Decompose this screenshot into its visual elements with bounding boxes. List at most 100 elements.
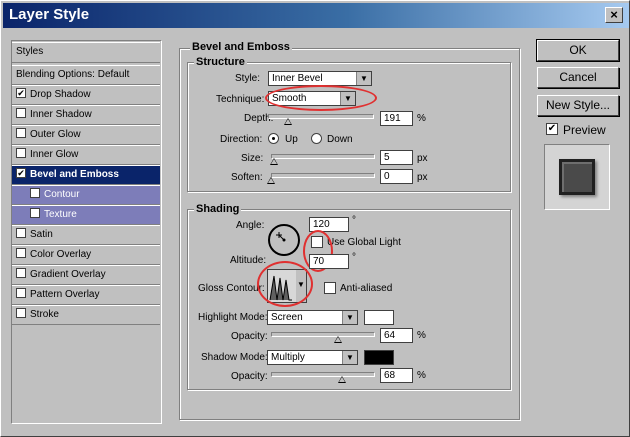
sidebar-item-satin[interactable]: Satin	[12, 225, 160, 245]
direction-down-radio[interactable]	[311, 133, 322, 144]
angle-dial-icon[interactable]	[267, 223, 301, 257]
chevron-down-icon: ▼	[342, 351, 357, 364]
technique-select-value: Smooth	[272, 93, 307, 104]
sidebar-item-drop-shadow[interactable]: ✔ Drop Shadow	[12, 85, 160, 105]
highlight-mode-select[interactable]: Screen ▼	[267, 310, 358, 325]
highlight-opacity-input[interactable]: 64	[380, 328, 413, 343]
soften-slider-thumb[interactable]	[267, 177, 275, 184]
sidebar-item-inner-shadow[interactable]: Inner Shadow	[12, 105, 160, 125]
ok-button[interactable]: OK	[536, 39, 620, 62]
shading-title: Shading	[194, 203, 242, 215]
checkbox[interactable]: ✔	[16, 88, 26, 99]
sidebar-item-label: Pattern Overlay	[30, 289, 100, 300]
shadow-mode-label: Shadow Mode:	[201, 352, 268, 363]
soften-input[interactable]: 0	[380, 169, 413, 184]
size-slider-track[interactable]	[271, 154, 375, 159]
sidebar-item-label: Stroke	[30, 309, 59, 320]
sidebar-item-inner-glow[interactable]: Inner Glow	[12, 145, 160, 165]
checkbox[interactable]	[16, 108, 26, 119]
direction-up-label: Up	[285, 134, 298, 145]
chevron-down-icon: ▼	[340, 92, 355, 105]
cancel-button[interactable]: Cancel	[537, 67, 619, 88]
sidebar-item-blending-options-default[interactable]: Blending Options: Default	[12, 65, 160, 85]
highlight-color-swatch[interactable]	[364, 310, 394, 325]
highlight-opacity-thumb[interactable]	[333, 336, 342, 343]
altitude-degree: °	[352, 252, 356, 263]
chevron-down-icon: ▼	[342, 311, 357, 324]
sidebar-item-stroke[interactable]: Stroke	[12, 305, 160, 325]
checkbox[interactable]	[16, 248, 26, 259]
sidebar-item-bevel-and-emboss[interactable]: ✔ Bevel and Emboss	[12, 165, 160, 185]
sidebar-item-label: Inner Shadow	[30, 109, 92, 120]
anti-aliased-label: Anti-aliased	[340, 283, 393, 294]
checkbox[interactable]	[16, 288, 26, 299]
sidebar-item-label: Gradient Overlay	[30, 269, 106, 280]
use-global-light-checkbox[interactable]	[311, 236, 323, 248]
size-label: Size:	[241, 153, 264, 164]
style-label: Style:	[235, 73, 261, 84]
preview-label: Preview	[563, 123, 606, 137]
preview-checkbox[interactable]: ✔	[546, 123, 558, 135]
direction-label: Direction:	[220, 134, 263, 145]
sidebar-item-texture[interactable]: Texture	[12, 205, 160, 225]
bevel-emboss-title: Bevel and Emboss	[190, 41, 292, 53]
style-select[interactable]: Inner Bevel ▼	[268, 71, 372, 86]
sidebar-item-label: Texture	[44, 209, 77, 220]
checkbox[interactable]	[30, 188, 40, 199]
technique-select[interactable]: Smooth ▼	[268, 91, 356, 106]
shadow-opacity-track[interactable]	[271, 372, 375, 377]
shadow-opacity-label: Opacity:	[231, 371, 268, 382]
close-button[interactable]: ×	[605, 7, 623, 23]
sidebar-item-styles[interactable]: Styles	[12, 42, 160, 63]
depth-unit: %	[417, 113, 426, 124]
depth-input[interactable]: 191	[380, 111, 413, 126]
sidebar-item-label: Inner Glow	[30, 149, 79, 160]
title-bar: Layer Style ×	[3, 3, 629, 28]
highlight-opacity-track[interactable]	[271, 332, 375, 337]
sidebar-item-gradient-overlay[interactable]: Gradient Overlay	[12, 265, 160, 285]
sidebar-item-contour[interactable]: Contour	[12, 185, 160, 205]
checkbox[interactable]	[30, 208, 40, 219]
sidebar-item-pattern-overlay[interactable]: Pattern Overlay	[12, 285, 160, 305]
angle-input[interactable]: 120	[309, 217, 349, 232]
checkbox[interactable]	[16, 148, 26, 159]
size-input[interactable]: 5	[380, 150, 413, 165]
altitude-input[interactable]: 70	[309, 254, 349, 269]
shadow-color-swatch[interactable]	[364, 350, 394, 365]
sidebar-item-label: Color Overlay	[30, 249, 92, 260]
layer-style-dialog: Layer Style × Styles Blending Options: De…	[0, 0, 630, 437]
angle-label: Angle:	[236, 220, 265, 231]
sidebar-item-color-overlay[interactable]: Color Overlay	[12, 245, 160, 265]
technique-label: Technique:	[216, 94, 265, 105]
checkbox[interactable]: ✔	[16, 168, 26, 179]
sidebar-item-label: Outer Glow	[30, 129, 81, 140]
shadow-opacity-thumb[interactable]	[337, 376, 346, 383]
checkbox[interactable]	[16, 128, 26, 139]
highlight-mode-value: Screen	[271, 312, 303, 323]
sidebar-item-outer-glow[interactable]: Outer Glow	[12, 125, 160, 145]
checkbox[interactable]	[16, 268, 26, 279]
new-style-button[interactable]: New Style...	[537, 95, 619, 116]
altitude-label: Altitude:	[230, 255, 267, 266]
size-unit: px	[417, 153, 428, 164]
style-preview	[544, 144, 610, 210]
sidebar-item-label: Contour	[44, 189, 80, 200]
direction-down-label: Down	[327, 134, 353, 145]
angle-degree: °	[352, 215, 356, 226]
checkbox[interactable]	[16, 308, 26, 319]
sidebar-item-label: Bevel and Emboss	[30, 169, 119, 180]
anti-aliased-checkbox[interactable]	[324, 282, 336, 294]
sidebar-item-label: Styles	[16, 46, 44, 57]
chevron-down-icon: ▼	[297, 280, 305, 289]
soften-slider-track[interactable]	[271, 173, 375, 178]
sidebar-item-label: Drop Shadow	[30, 89, 91, 100]
shadow-mode-select[interactable]: Multiply ▼	[267, 350, 358, 365]
size-slider-thumb[interactable]	[270, 158, 279, 165]
highlight-opacity-unit: %	[417, 330, 426, 341]
checkbox[interactable]	[16, 228, 26, 239]
shadow-opacity-input[interactable]: 68	[380, 368, 413, 383]
depth-slider-thumb[interactable]	[284, 118, 293, 125]
gloss-contour-picker[interactable]: ▼	[267, 269, 307, 303]
soften-label: Soften:	[231, 172, 263, 183]
direction-up-radio[interactable]	[268, 133, 279, 144]
